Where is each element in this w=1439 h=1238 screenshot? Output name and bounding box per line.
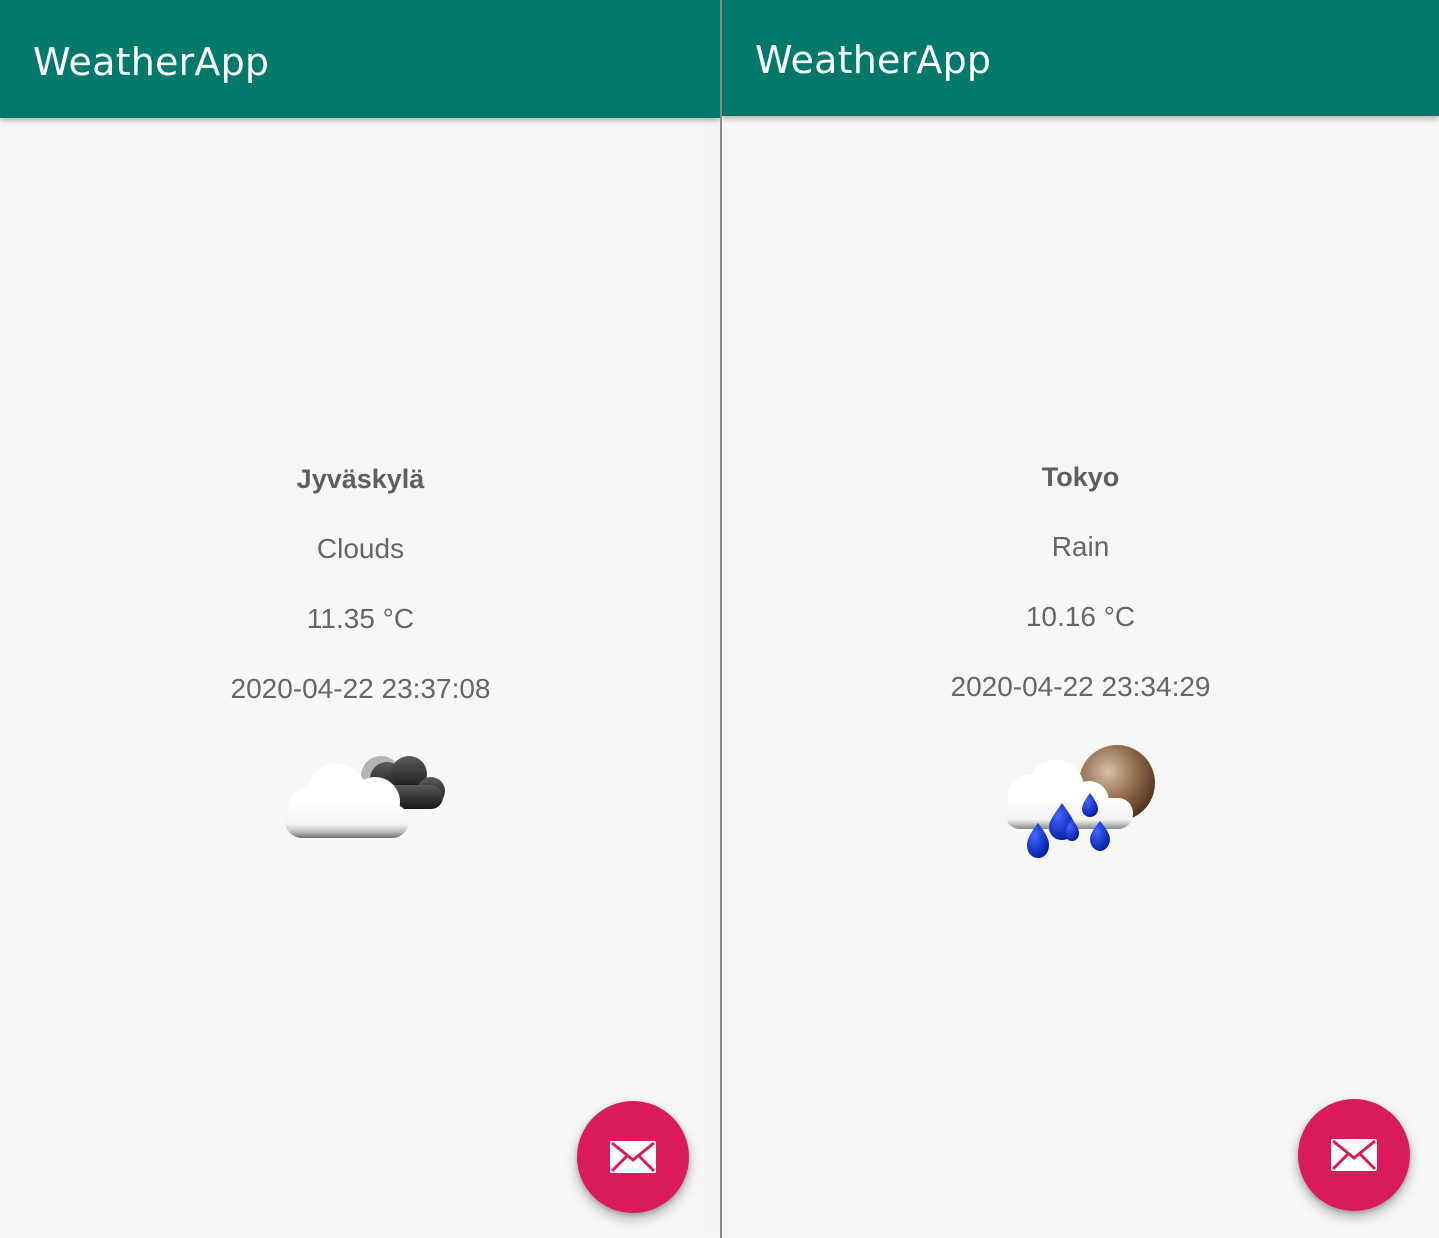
app-title: WeatherApp — [755, 38, 992, 82]
weather-condition: Clouds — [316, 533, 405, 564]
city-name: Tokyo — [1041, 462, 1120, 492]
app-title: WeatherApp — [33, 40, 270, 84]
tokyo-screen: WeatherApp Tokyo Rain 10.16 °C 2020-04-2… — [722, 0, 1439, 1238]
email-fab-button[interactable] — [1298, 1099, 1410, 1211]
app-bar: WeatherApp — [0, 0, 721, 118]
mail-icon — [1331, 1139, 1377, 1171]
temperature: 10.16 °C — [1025, 601, 1136, 632]
city-name: Jyväskylä — [296, 464, 425, 494]
email-fab-button[interactable] — [577, 1101, 689, 1213]
timestamp: 2020-04-22 23:37:08 — [230, 673, 491, 704]
night-clouds-icon — [285, 756, 445, 838]
jyvaskyla-screen: WeatherApp Jyväskylä Clouds 11.35 °C 202… — [0, 0, 721, 1238]
app-bar: WeatherApp — [722, 0, 1439, 116]
weather-app-comparison: WeatherApp Jyväskylä Clouds 11.35 °C 202… — [0, 0, 1439, 1238]
mail-icon — [610, 1141, 656, 1173]
temperature: 11.35 °C — [306, 603, 415, 634]
weather-condition: Rain — [1051, 531, 1110, 562]
timestamp: 2020-04-22 23:34:29 — [950, 671, 1211, 702]
night-rain-icon — [1005, 745, 1155, 858]
